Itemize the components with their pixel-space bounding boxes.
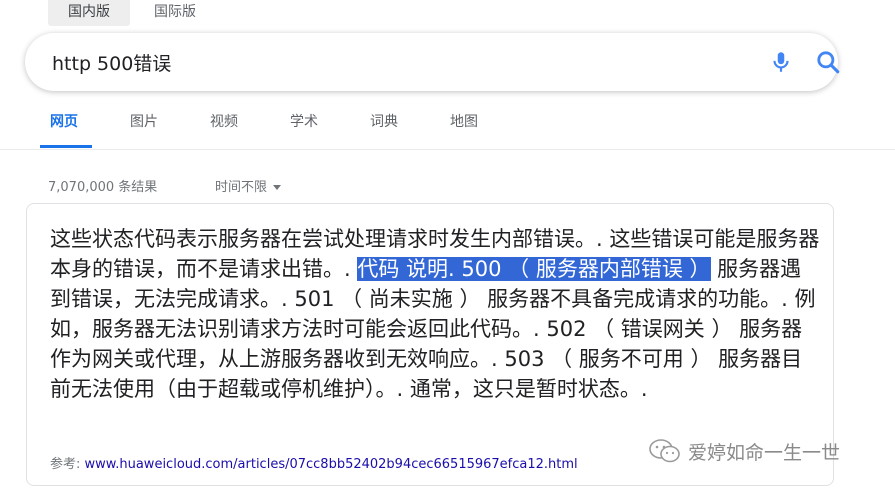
time-filter-label: 时间不限	[215, 180, 268, 195]
snippet-reference: 参考: www.huaweicloud.com/articles/07cc8bb…	[50, 453, 578, 472]
reference-link[interactable]: www.huaweicloud.com/articles/07cc8bb5240…	[85, 457, 578, 472]
tab-academic[interactable]: 学术	[290, 110, 318, 148]
active-tab-indicator	[40, 145, 92, 148]
tab-maps[interactable]: 地图	[450, 110, 478, 148]
watermark: 爱婷如命一生一世	[648, 438, 840, 464]
search-icon[interactable]	[815, 49, 841, 75]
tab-web[interactable]: 网页	[50, 110, 78, 148]
region-toggle: 国内版 国际版	[48, 0, 216, 26]
reference-label: 参考:	[50, 457, 81, 472]
tab-images[interactable]: 图片	[130, 110, 158, 148]
tab-dictionary[interactable]: 词典	[370, 110, 398, 148]
watermark-text: 爱婷如命一生一世	[688, 441, 841, 464]
tab-videos[interactable]: 视频	[210, 110, 238, 148]
divider	[0, 149, 895, 150]
microphone-icon[interactable]	[768, 49, 794, 75]
snippet-text: 这些状态代码表示服务器在尝试处理请求时发生内部错误。. 这些错误可能是服务器本身…	[50, 224, 820, 404]
search-nav-tabs: 网页 图片 视频 学术 词典 地图	[0, 110, 895, 150]
region-tab-international[interactable]: 国际版	[134, 0, 216, 26]
wechat-logo-icon	[649, 439, 680, 463]
region-tab-domestic[interactable]: 国内版	[48, 0, 130, 26]
result-count: 7,070,000 条结果	[48, 180, 158, 195]
snippet-selected-text: 代码 说明. 500 （ 服务器内部错误 ）	[357, 257, 711, 281]
search-input[interactable]	[52, 47, 712, 77]
caret-down-icon	[273, 185, 282, 190]
search-box	[25, 33, 841, 91]
time-filter-dropdown[interactable]: 时间不限	[215, 176, 282, 195]
